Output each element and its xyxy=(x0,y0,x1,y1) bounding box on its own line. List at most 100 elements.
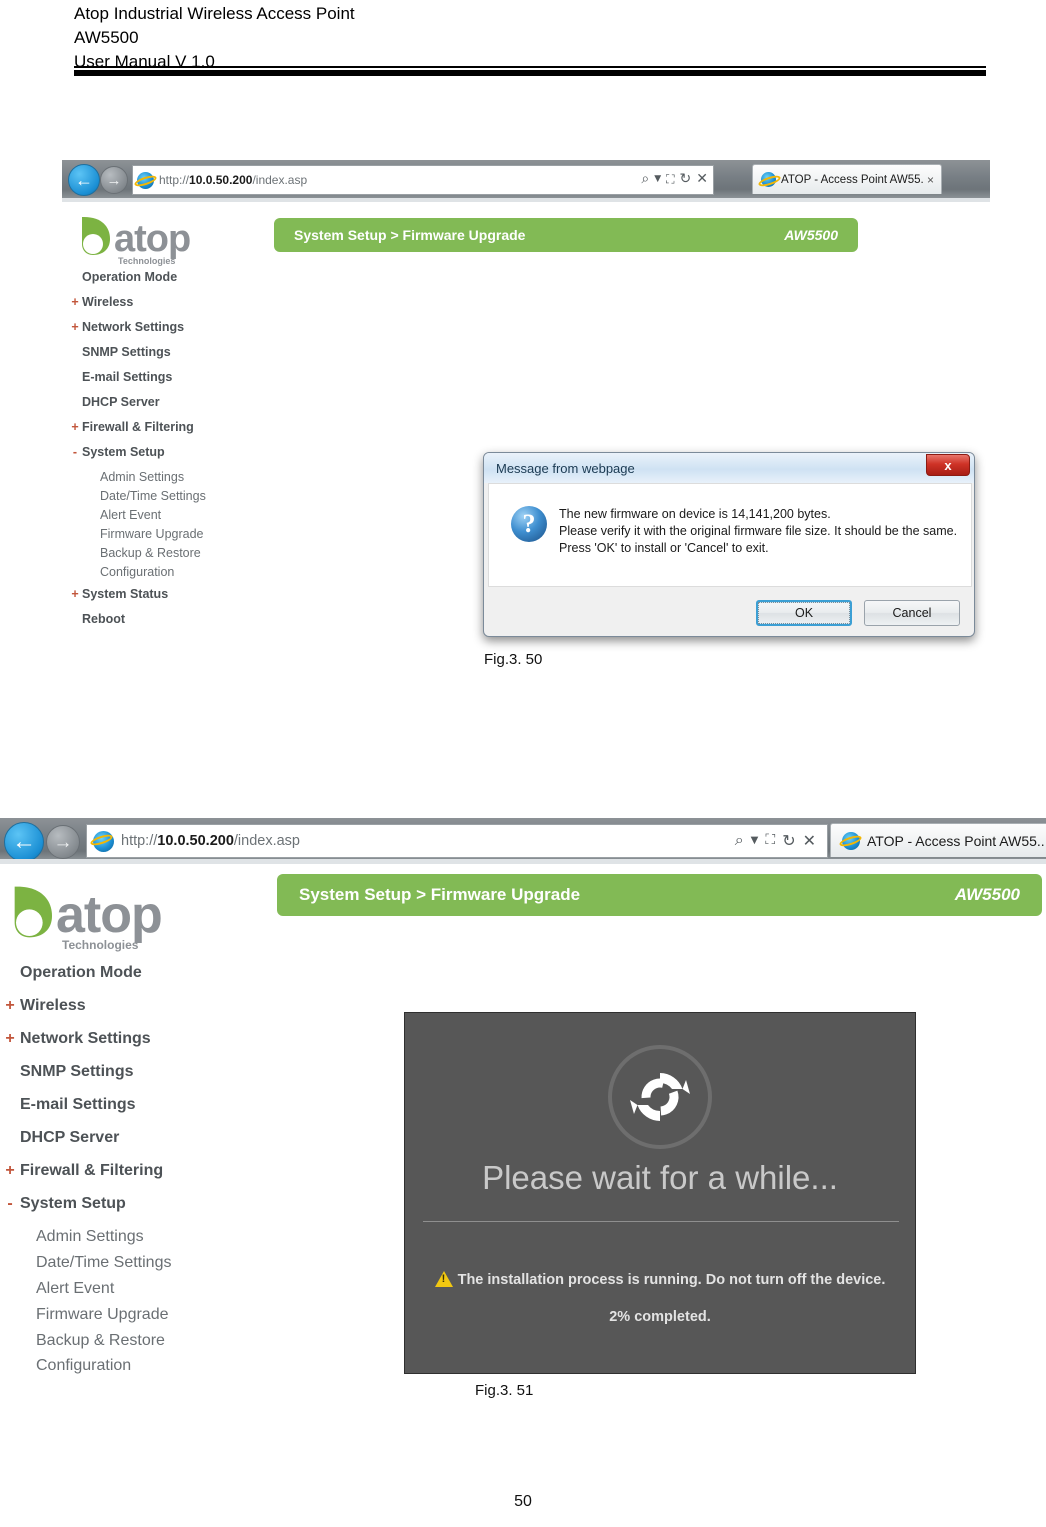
expander-icon[interactable]: + xyxy=(68,320,82,334)
refresh-spinner-icon xyxy=(608,1045,712,1149)
atop-wordmark: atop xyxy=(114,218,191,260)
stop-icon[interactable]: ✕ xyxy=(803,831,816,850)
expander-icon[interactable]: + xyxy=(68,587,82,601)
atop-logo-2: atop Technologies xyxy=(12,882,212,952)
atop-logo-1: atop Technologies xyxy=(80,214,230,266)
sidebar-item-dhcp-server[interactable]: DHCP Server xyxy=(68,395,268,420)
forward-arrow-icon[interactable]: → xyxy=(46,825,80,859)
atop-tagline: Technologies xyxy=(62,938,139,952)
sidebar-item-label: Date/Time Settings xyxy=(100,489,206,503)
sidebar-item-configuration[interactable]: Configuration xyxy=(68,565,268,587)
url-prefix: http:// xyxy=(159,173,190,187)
stop-icon[interactable]: ✕ xyxy=(696,171,708,187)
refresh-icon[interactable]: ↻ xyxy=(782,831,795,850)
sidebar-item-network-settings[interactable]: + Network Settings xyxy=(0,1030,250,1063)
sidebar-item-system-setup[interactable]: - System Setup xyxy=(68,445,268,470)
sidebar-item-label: Admin Settings xyxy=(100,470,185,484)
dialog-title: Message from webpage xyxy=(496,460,635,476)
sidebar-item-firmware-upgrade[interactable]: Firmware Upgrade xyxy=(0,1306,250,1332)
refresh-icon[interactable]: ↻ xyxy=(680,171,692,187)
browser-tab-2[interactable]: ATOP - Access Point AW55.. xyxy=(830,823,1046,857)
ok-button-label: OK xyxy=(758,601,850,624)
sidebar-item-date-time-settings[interactable]: Date/Time Settings xyxy=(68,489,268,508)
search-icon[interactable]: ⌕ xyxy=(641,171,649,187)
forward-arrow-icon[interactable]: → xyxy=(100,166,128,194)
close-icon[interactable]: × xyxy=(924,173,937,187)
sidebar-item-label: DHCP Server xyxy=(20,1129,120,1146)
address-bar-1[interactable]: http://10.0.50.200/index.asp xyxy=(132,165,714,195)
atop-wordmark: atop xyxy=(56,886,163,944)
compatibility-view-icon[interactable]: ⛶ xyxy=(765,832,775,848)
firmware-progress-panel: Please wait for a while... The installat… xyxy=(404,1012,916,1374)
page-number: 50 xyxy=(514,1493,532,1510)
sidebar-item-system-setup[interactable]: - System Setup xyxy=(0,1195,250,1228)
internet-explorer-icon xyxy=(137,171,154,189)
sidebar-item-label: E-mail Settings xyxy=(82,370,173,384)
dialog-message-line: Press 'OK' to install or 'Cancel' to exi… xyxy=(559,541,769,555)
sidebar-item-system-status[interactable]: + System Status xyxy=(68,587,268,612)
sidebar-item-firewall-filtering[interactable]: + Firewall & Filtering xyxy=(0,1162,250,1195)
sidebar-item-label: Backup & Restore xyxy=(36,1332,165,1349)
sidebar-item-snmp-settings[interactable]: SNMP Settings xyxy=(68,345,268,370)
sidebar-item-snmp-settings[interactable]: SNMP Settings xyxy=(0,1063,250,1096)
back-arrow-icon[interactable]: ← xyxy=(4,822,44,862)
breadcrumb: System Setup > Firmware Upgrade xyxy=(294,227,526,243)
sidebar-item-reboot[interactable]: Reboot xyxy=(68,612,268,637)
sidebar-item-label: DHCP Server xyxy=(82,395,160,409)
expander-icon[interactable]: + xyxy=(0,1162,20,1180)
sidebar-item-date-time-settings[interactable]: Date/Time Settings xyxy=(0,1254,250,1280)
sidebar-item-wireless[interactable]: + Wireless xyxy=(68,295,268,320)
expander-icon[interactable]: + xyxy=(68,295,82,309)
collapse-icon[interactable]: - xyxy=(68,445,82,459)
warning-triangle-icon xyxy=(434,1271,453,1287)
sidebar-item-network-settings[interactable]: + Network Settings xyxy=(68,320,268,345)
dialog-message-line: The new firmware on device is 14,141,200… xyxy=(559,507,831,521)
dialog-body: ? The new firmware on device is 14,141,2… xyxy=(488,483,972,587)
sidebar-item-label: Reboot xyxy=(82,612,126,626)
ok-button[interactable]: OK xyxy=(756,599,852,626)
sidebar-item-label: System Setup xyxy=(82,445,165,459)
document-header: Atop Industrial Wireless Access Point AW… xyxy=(74,2,986,74)
expander-icon[interactable]: + xyxy=(0,1030,20,1048)
address-bar-2[interactable]: http://10.0.50.200/index.asp xyxy=(86,824,828,858)
sidebar-item-firewall-filtering[interactable]: + Firewall & Filtering xyxy=(68,420,268,445)
browser-tab-1[interactable]: ATOP - Access Point AW55... × xyxy=(752,164,942,194)
sidebar-item-label: Admin Settings xyxy=(36,1228,144,1245)
cancel-button[interactable]: Cancel xyxy=(864,599,960,626)
compatibility-view-icon[interactable]: ⛶ xyxy=(666,172,674,187)
sidebar-item-dhcp-server[interactable]: DHCP Server xyxy=(0,1129,250,1162)
sidebar-item-alert-event[interactable]: Alert Event xyxy=(0,1280,250,1306)
url-path: /index.asp xyxy=(252,173,308,187)
breadcrumb: System Setup > Firmware Upgrade xyxy=(299,885,581,904)
sidebar-item-admin-settings[interactable]: Admin Settings xyxy=(68,470,268,489)
expander-icon[interactable]: + xyxy=(0,997,20,1015)
sidebar-item-admin-settings[interactable]: Admin Settings xyxy=(0,1228,250,1254)
expander-icon[interactable]: + xyxy=(68,420,82,434)
sidebar-item-wireless[interactable]: + Wireless xyxy=(0,997,250,1030)
sidebar-item-backup-restore[interactable]: Backup & Restore xyxy=(0,1332,250,1357)
tab-title: ATOP - Access Point AW55... xyxy=(781,173,924,186)
sidebar-item-alert-event[interactable]: Alert Event xyxy=(68,508,268,527)
browser-chrome-1: ← → http://10.0.50.200/index.asp ⌕ ▼ ⛶ ↻… xyxy=(62,160,990,202)
collapse-icon[interactable]: - xyxy=(0,1195,20,1213)
sidebar-item-operation-mode[interactable]: Operation Mode xyxy=(68,270,268,295)
chevron-down-icon[interactable]: ▼ xyxy=(654,174,661,184)
sidebar-item-email-settings[interactable]: E-mail Settings xyxy=(0,1096,250,1129)
sidebar-item-backup-restore[interactable]: Backup & Restore xyxy=(68,546,268,565)
internet-explorer-icon xyxy=(93,830,114,852)
tab-title: ATOP - Access Point AW55.. xyxy=(867,832,1045,849)
sidebar-item-label: Firmware Upgrade xyxy=(100,527,204,541)
sidebar-item-email-settings[interactable]: E-mail Settings xyxy=(68,370,268,395)
chevron-down-icon[interactable]: ▼ xyxy=(751,835,759,846)
sidebar-item-operation-mode[interactable]: Operation Mode xyxy=(0,964,250,997)
dialog-message: The new firmware on device is 14,141,200… xyxy=(559,506,957,557)
sidebar-item-label: Alert Event xyxy=(100,508,162,522)
search-icon[interactable]: ⌕ xyxy=(735,830,744,850)
sidebar-item-label: Alert Event xyxy=(36,1280,115,1297)
sidebar-item-firmware-upgrade[interactable]: Firmware Upgrade xyxy=(68,527,268,546)
back-arrow-icon[interactable]: ← xyxy=(68,164,100,196)
device-model-label: AW5500 xyxy=(784,227,838,243)
sidebar-item-label: Backup & Restore xyxy=(100,546,201,560)
sidebar-item-configuration[interactable]: Configuration xyxy=(0,1357,250,1383)
close-icon[interactable]: x xyxy=(926,454,970,476)
